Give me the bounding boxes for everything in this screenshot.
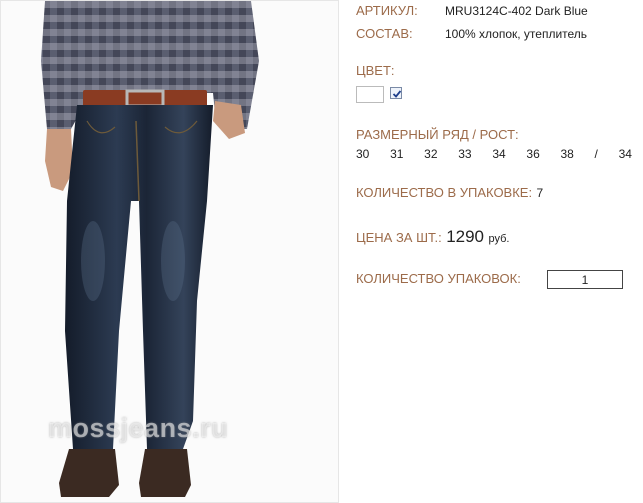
pack-qty-value: 7: [536, 186, 544, 200]
packs-quantity-input[interactable]: [547, 270, 623, 289]
pack-qty-row: КОЛИЧЕСТВО В УПАКОВКЕ: 7: [356, 184, 543, 202]
color-checkbox[interactable]: [390, 87, 402, 99]
size-item: 38: [560, 147, 574, 161]
size-item: 30: [356, 147, 370, 161]
article-value: MRU3124C-402 Dark Blue: [445, 4, 588, 18]
size-separator: /: [594, 147, 598, 161]
watermark-text: mossjeans.ru: [48, 413, 229, 443]
height-item: 34: [618, 147, 632, 161]
price-row: ЦЕНА ЗА ШТ.: 1290 руб.: [356, 227, 509, 247]
packs-label: КОЛИЧЕСТВО УПАКОВОК:: [356, 271, 521, 286]
color-swatch[interactable]: [356, 86, 384, 103]
sizes-label: РАЗМЕРНЫЙ РЯД / РОСТ:: [356, 127, 519, 142]
size-item: 32: [424, 147, 438, 161]
color-label: ЦВЕТ:: [356, 63, 395, 78]
pack-qty-label: КОЛИЧЕСТВО В УПАКОВКЕ:: [356, 185, 533, 200]
product-photo: mossjeans.ru: [0, 0, 339, 503]
size-item: 31: [390, 147, 404, 161]
size-item: 33: [458, 147, 472, 161]
checkmark-icon: [392, 90, 402, 98]
price-label: ЦЕНА ЗА ШТ.:: [356, 230, 442, 245]
price-unit: руб.: [488, 233, 510, 245]
composition-value: 100% хлопок, утеплитель: [445, 27, 588, 41]
composition-label: СОСТАВ:: [356, 26, 413, 41]
price-value: 1290: [446, 227, 485, 246]
size-item: 34: [492, 147, 506, 161]
article-label: АРТИКУЛ:: [356, 3, 418, 18]
size-list: 30 31 32 33 34 36 38 / 34: [356, 147, 632, 161]
size-item: 36: [526, 147, 540, 161]
